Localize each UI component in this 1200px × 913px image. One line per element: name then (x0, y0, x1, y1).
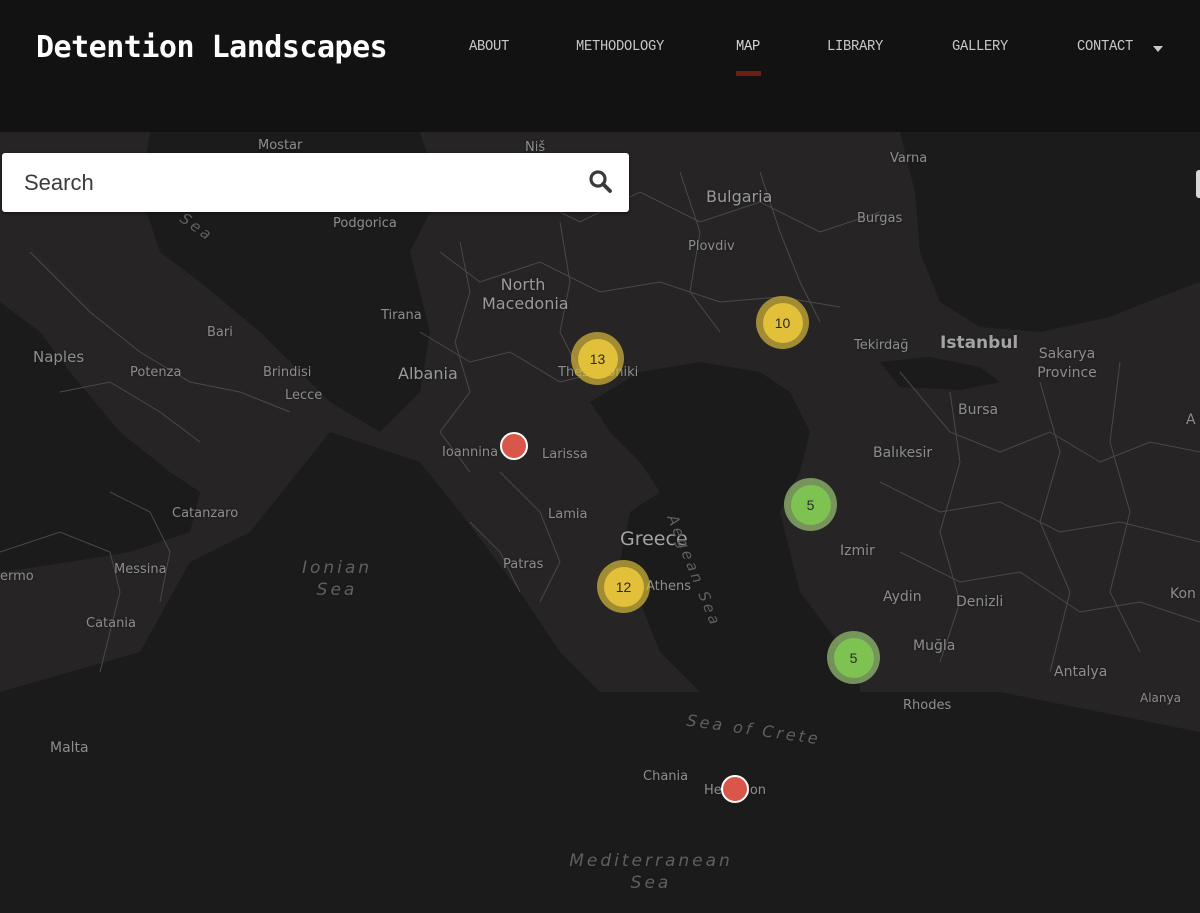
active-nav-indicator (736, 71, 761, 76)
nav-methodology[interactable]: METHODOLOGY (576, 38, 664, 55)
map-label-varna: Varna (890, 151, 928, 166)
map-label-lamia: Lamia (548, 507, 588, 522)
main-nav: ABOUT METHODOLOGY MAP LIBRARY GALLERY CO… (0, 38, 1200, 78)
map-label-aydin: Aydin (883, 589, 922, 605)
map-label-partial-a: A (1186, 412, 1196, 428)
map-label-albania: Albania (398, 364, 458, 383)
map-label-burgas: Burgas (857, 211, 903, 226)
map-label-brindisi: Brindisi (263, 365, 312, 380)
cluster-marker[interactable]: 12 (597, 560, 650, 613)
location-marker-heraklion[interactable] (721, 775, 749, 803)
map-label-balikesir: Balıkesir (873, 445, 933, 461)
map-label-antalya: Antalya (1054, 664, 1108, 680)
cluster-marker[interactable]: 13 (571, 332, 624, 385)
search-box (2, 153, 629, 212)
map-label-plovdiv: Plovdiv (688, 239, 735, 254)
cluster-count: 10 (762, 302, 803, 343)
map-label-malta: Malta (50, 740, 89, 756)
map-label-lecce: Lecce (285, 388, 323, 403)
cluster-count: 13 (577, 338, 618, 379)
map-label-catanzaro: Catanzaro (172, 506, 239, 521)
map-label-mediterranean-sea: Mediterranean Sea (569, 851, 733, 894)
map-label-bulgaria: Bulgaria (706, 187, 773, 206)
map-label-palermo-partial: ermo (0, 569, 34, 584)
map-label-podgorica: Podgorica (333, 216, 397, 231)
map-label-catania: Catania (86, 616, 136, 631)
site-header: Detention Landscapes ABOUT METHODOLOGY M… (0, 0, 1200, 132)
map-label-naples: Naples (33, 348, 85, 366)
map-label-bari: Bari (207, 325, 233, 340)
map-label-ionian-sea: Ionian Sea (301, 558, 373, 601)
map-basemap (0, 132, 1200, 913)
map-label-patras: Patras (503, 557, 544, 572)
map-label-mugla: Muğla (913, 638, 956, 654)
map-canvas[interactable]: Mostar Niš Varna Bulgaria Burgas Podgori… (0, 132, 1200, 913)
cluster-marker[interactable]: 5 (827, 631, 880, 684)
search-input[interactable] (2, 153, 572, 212)
cluster-count: 12 (603, 566, 644, 607)
map-label-denizli: Denizli (956, 594, 1004, 610)
map-label-larissa: Larissa (542, 447, 588, 462)
panel-toggle-handle[interactable] (1196, 170, 1200, 198)
cluster-count: 5 (790, 484, 831, 525)
location-marker-ioannina[interactable] (500, 432, 528, 460)
map-label-tekirdag: Tekirdağ (854, 338, 909, 353)
nav-map[interactable]: MAP (736, 38, 760, 55)
cluster-marker[interactable]: 5 (784, 478, 837, 531)
map-label-messina: Messina (114, 562, 167, 577)
map-label-konya-partial: Kon (1170, 586, 1196, 602)
map-label-izmir: Izmir (840, 543, 875, 559)
map-label-bursa: Bursa (958, 402, 999, 418)
cluster-marker[interactable]: 10 (756, 296, 809, 349)
sea-areas (0, 132, 1200, 913)
map-label-sakarya: Sakarya Province (1037, 346, 1097, 381)
map-label-chania: Chania (643, 769, 689, 784)
search-icon[interactable] (588, 169, 614, 195)
map-label-potenza: Potenza (130, 365, 182, 380)
map-label-mostar: Mostar (258, 138, 303, 153)
nav-about[interactable]: ABOUT (469, 38, 509, 55)
map-label-north-macedonia: North Macedonia (482, 275, 569, 314)
map-label-tirana: Tirana (381, 308, 422, 323)
nav-gallery[interactable]: GALLERY (952, 38, 1008, 55)
map-label-alanya: Alanya (1140, 691, 1181, 705)
map-label-ioannina: Ioannina (442, 445, 499, 460)
map-label-athens: Athens (646, 579, 692, 594)
map-label-rhodes: Rhodes (903, 698, 952, 713)
nav-library[interactable]: LIBRARY (827, 38, 883, 55)
nav-contact[interactable]: CONTACT (1077, 38, 1133, 55)
chevron-down-icon[interactable] (1153, 46, 1163, 52)
cluster-count: 5 (833, 637, 874, 678)
map-label-istanbul: Istanbul (940, 333, 1019, 353)
